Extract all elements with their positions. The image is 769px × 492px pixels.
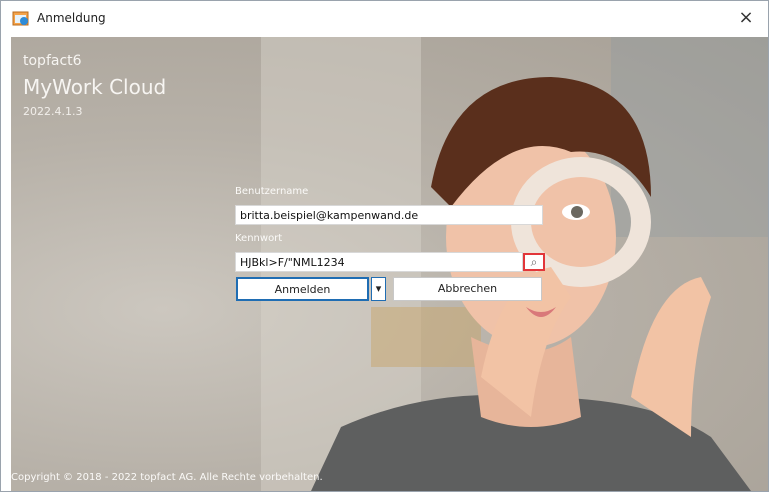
window-title: Anmeldung (37, 11, 106, 25)
cancel-button[interactable]: Abbrechen (393, 277, 542, 301)
copyright-text: Copyright © 2018 - 2022 topfact AG. Alle… (11, 472, 323, 483)
username-field[interactable]: britta.beispiel@kampenwand.de (235, 205, 543, 225)
login-window: Anmeldung × topfact6 MyWork Cloud 2022.4… (0, 0, 769, 492)
brand-name: topfact6 (23, 53, 82, 69)
username-label: Benutzername (235, 186, 309, 197)
search-icon[interactable]: ⌕ (523, 253, 545, 271)
close-icon[interactable]: × (736, 7, 756, 29)
version-label: 2022.4.1.3 (23, 105, 83, 118)
password-field[interactable]: HJBkl>F/"NML1234 (235, 252, 523, 272)
product-name: MyWork Cloud (23, 75, 167, 99)
dropdown-arrow-icon[interactable]: ▾ (371, 277, 386, 301)
password-label: Kennwort (235, 233, 283, 244)
title-bar: Anmeldung × (1, 1, 768, 37)
app-icon (12, 11, 29, 26)
login-button[interactable]: Anmelden (236, 277, 369, 301)
background-photo: topfact6 MyWork Cloud 2022.4.1.3 Benutze… (11, 37, 768, 491)
